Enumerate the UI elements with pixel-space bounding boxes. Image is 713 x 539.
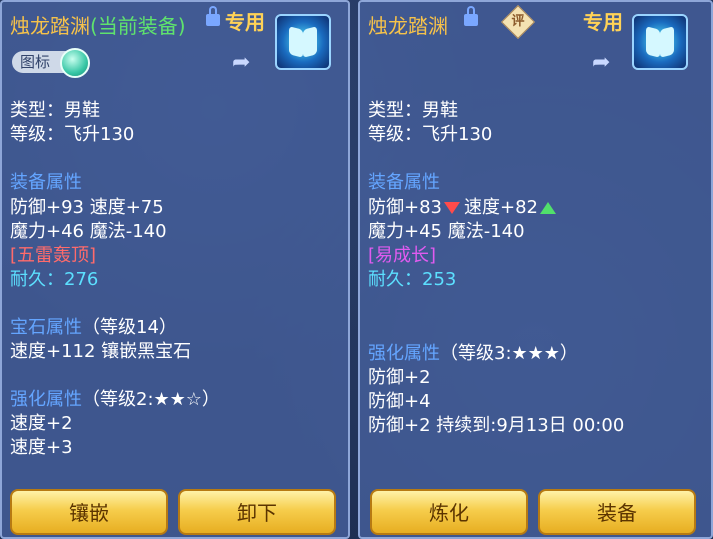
speed-value: 速度+82 xyxy=(464,197,538,218)
item-name: 烛龙踏渊 xyxy=(10,14,90,38)
defense-value: 防御+83 xyxy=(368,197,442,218)
equip-attributes-title: 装备属性 xyxy=(368,172,440,193)
enhance-line-3: 防御+2 持续到:9月13日 00:00 xyxy=(368,415,625,436)
gem-line: 速度+112 镶嵌黑宝石 xyxy=(10,341,192,362)
attributes-line-2: 魔力+45 魔法-140 xyxy=(368,221,525,242)
item-title: 烛龙踏渊(当前装备) xyxy=(10,10,186,39)
enhance-line-1: 防御+2 xyxy=(368,367,431,388)
gem-attributes-row: 宝石属性（等级14） xyxy=(10,313,177,339)
enhance-attributes-row: 强化属性（等级3:★★★） xyxy=(368,339,578,365)
item-title: 烛龙踏渊 xyxy=(368,14,448,38)
type-line: 类型：男鞋 xyxy=(10,100,100,121)
rating-badge-label: 评 xyxy=(511,14,525,29)
unequip-button[interactable]: 卸下 xyxy=(178,489,336,535)
lock-icon xyxy=(464,6,478,26)
level-line: 等级：飞升130 xyxy=(368,124,493,145)
level-line: 等级：飞升130 xyxy=(10,124,135,145)
lock-icon xyxy=(206,6,220,26)
gem-attributes-title: 宝石属性 xyxy=(10,317,82,338)
durability: 耐久：253 xyxy=(368,269,457,290)
enhance-line-1: 速度+2 xyxy=(10,413,73,434)
durability: 耐久：276 xyxy=(10,269,99,290)
toggle-knob-icon xyxy=(60,48,90,78)
share-icon[interactable]: ➦ xyxy=(592,50,622,75)
attributes-line-1: 防御+83 速度+82 xyxy=(368,193,556,219)
enhance-line-2: 防御+4 xyxy=(368,391,431,412)
exclusive-label: 专用 xyxy=(225,10,265,34)
enhance-grade: （等级2:★★☆） xyxy=(82,389,220,410)
compare-equipment-panel: 烛龙踏渊 评 专用 ➦ 类型：男鞋 等级：飞升130 装备属性 防御+83 速度+… xyxy=(358,0,713,539)
boots-item-icon xyxy=(632,14,688,70)
icon-toggle[interactable]: 图标 xyxy=(12,48,92,78)
enhance-grade: （等级3:★★★） xyxy=(440,343,578,364)
enhance-attributes-row: 强化属性（等级2:★★☆） xyxy=(10,385,220,411)
increase-arrow-icon xyxy=(540,202,556,214)
inlay-button[interactable]: 镶嵌 xyxy=(10,489,168,535)
equip-attributes-title: 装备属性 xyxy=(10,172,82,193)
gem-grade: （等级14） xyxy=(82,317,177,338)
attributes-line-1: 防御+93 速度+75 xyxy=(10,197,164,218)
equip-button[interactable]: 装备 xyxy=(538,489,696,535)
boots-item-icon xyxy=(275,14,331,70)
current-equipment-panel: 烛龙踏渊(当前装备) 专用 ➦ 图标 类型：男鞋 等级：飞升130 装备属性 防… xyxy=(0,0,350,539)
enhance-attributes-title: 强化属性 xyxy=(10,389,82,410)
type-line: 类型：男鞋 xyxy=(368,100,458,121)
enhance-line-2: 速度+3 xyxy=(10,437,73,458)
special-effect: [易成长] xyxy=(368,245,437,266)
refine-button[interactable]: 炼化 xyxy=(370,489,528,535)
special-effect: [五雷轰顶] xyxy=(10,245,97,266)
current-equipped-label: (当前装备) xyxy=(90,14,186,38)
enhance-attributes-title: 强化属性 xyxy=(368,343,440,364)
attributes-line-2: 魔力+46 魔法-140 xyxy=(10,221,167,242)
share-icon[interactable]: ➦ xyxy=(232,50,262,75)
decrease-arrow-icon xyxy=(444,202,460,214)
exclusive-label: 专用 xyxy=(583,10,623,34)
